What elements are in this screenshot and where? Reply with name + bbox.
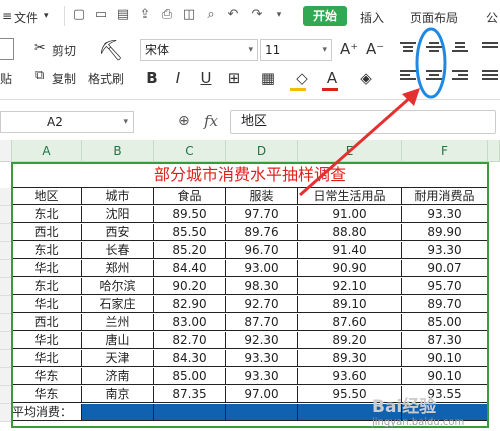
watermark-text: jingyan.baidu.com xyxy=(372,417,465,428)
highlight-ellipse xyxy=(415,27,447,99)
baidu-logo: Bai经验 xyxy=(372,397,437,417)
annotation-overlay xyxy=(299,27,447,197)
annotation-arrow xyxy=(299,94,413,197)
watermark: Bai经验 jingyan.baidu.com xyxy=(372,392,496,428)
